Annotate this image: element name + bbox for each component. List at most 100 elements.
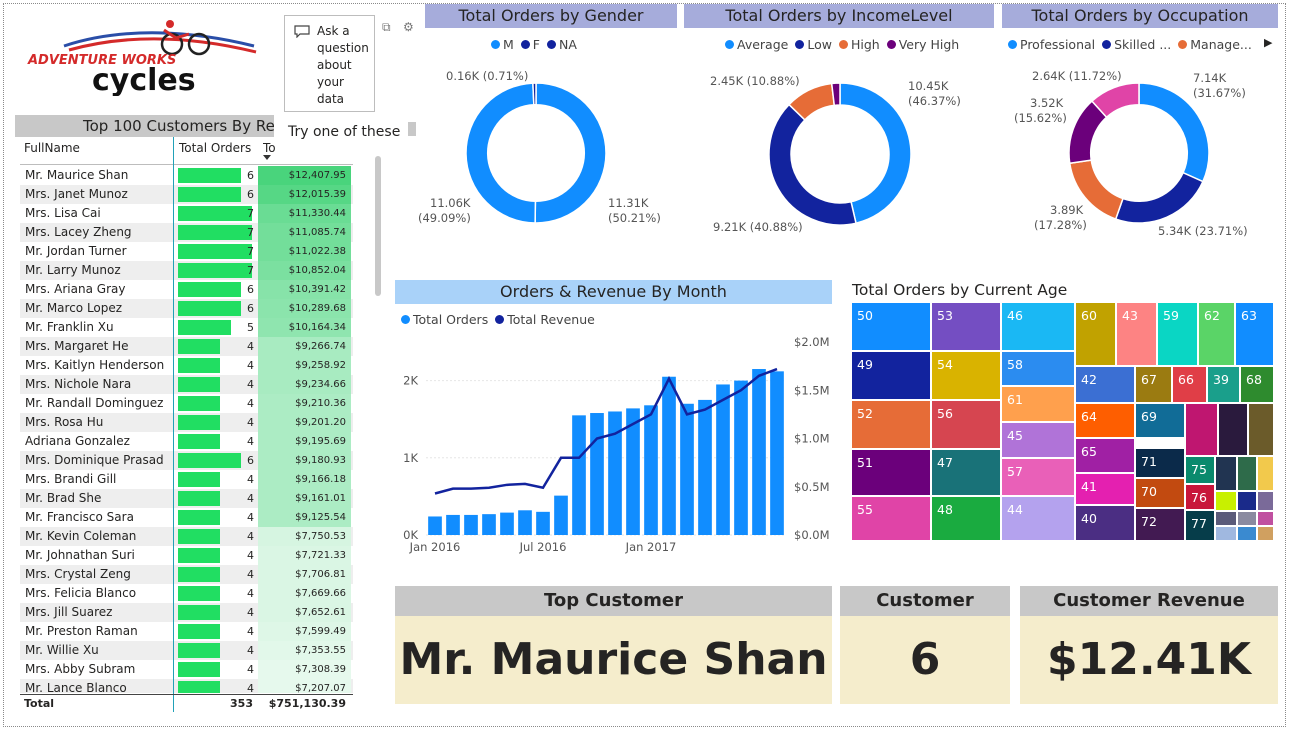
qa-button[interactable]: Ask a question about your data	[284, 15, 375, 112]
treemap-tile[interactable]	[1258, 527, 1275, 542]
gender-donut[interactable]	[466, 83, 606, 223]
column-header-fullname[interactable]: FullName	[24, 141, 80, 155]
qa-scrollbar[interactable]	[408, 122, 416, 136]
legend-item[interactable]: Skilled ...	[1102, 37, 1171, 52]
table-row[interactable]: Mrs. Janet Munoz 6 $12,015.39	[20, 185, 353, 204]
treemap-tile[interactable]	[1238, 492, 1258, 512]
legend-item[interactable]: Very High	[886, 37, 959, 52]
orders-bar[interactable]	[500, 512, 514, 535]
orders-bar[interactable]	[770, 371, 784, 535]
table-row[interactable]: Mrs. Lisa Cai 7 $11,330.44	[20, 204, 353, 223]
table-row[interactable]: Mr. Brad She 4 $9,161.01	[20, 489, 353, 508]
treemap-tile-age-77[interactable]: 77	[1186, 511, 1216, 542]
treemap-tile-age-62[interactable]: 62	[1199, 303, 1236, 367]
treemap-tile[interactable]	[1238, 457, 1258, 492]
orders-bar[interactable]	[590, 413, 604, 535]
table-row[interactable]: Mrs. Jill Suarez 4 $7,652.61	[20, 603, 353, 622]
treemap-tile-age-76[interactable]: 76	[1186, 485, 1216, 511]
legend-item[interactable]: Professional	[1008, 37, 1095, 52]
column-header-total-revenue[interactable]: Total Revenue	[263, 141, 275, 155]
treemap-tile[interactable]	[1216, 512, 1238, 527]
legend-item[interactable]: NA	[547, 37, 577, 52]
orders-bar[interactable]	[482, 514, 496, 535]
table-row[interactable]: Mrs. Ariana Gray 6 $10,391.42	[20, 280, 353, 299]
treemap-tile-age-65[interactable]: 65	[1076, 439, 1136, 474]
treemap-tile-age-75[interactable]: 75	[1186, 457, 1216, 485]
table-row[interactable]: Mr. Larry Munoz 7 $10,852.04	[20, 261, 353, 280]
treemap-tile[interactable]	[1258, 457, 1275, 492]
legend-next-icon[interactable]: ▶	[1264, 36, 1272, 49]
orders-bar[interactable]	[554, 495, 568, 535]
treemap-tile-age-60[interactable]: 60	[1076, 303, 1117, 367]
donut-slice-1[interactable]	[1114, 171, 1204, 223]
table-row[interactable]: Mrs. Abby Subram 4 $7,308.39	[20, 660, 353, 679]
table-row[interactable]: Mrs. Rosa Hu 4 $9,201.20	[20, 413, 353, 432]
column-header-total-orders[interactable]: Total Orders	[179, 141, 251, 155]
legend-item[interactable]: Total Orders	[401, 312, 488, 327]
table-row[interactable]: Mr. Johnathan Suri 4 $7,721.33	[20, 546, 353, 565]
treemap-tile-age-57[interactable]: 57	[1002, 459, 1076, 497]
treemap-tile-age-41[interactable]: 41	[1076, 474, 1136, 506]
treemap-tile[interactable]	[1186, 404, 1219, 457]
donut-slice-0[interactable]	[534, 83, 606, 223]
treemap-tile-age-67[interactable]: 67	[1136, 367, 1173, 404]
table-row[interactable]: Mr. Willie Xu 4 $7,353.55	[20, 641, 353, 660]
orders-bar[interactable]	[698, 399, 712, 535]
treemap-tile[interactable]	[1249, 404, 1275, 457]
table-row[interactable]: Mr. Maurice Shan 6 $12,407.95	[20, 166, 353, 185]
orders-bar[interactable]	[572, 415, 586, 535]
treemap-tile-age-53[interactable]: 53	[932, 303, 1002, 352]
treemap-tile-age-46[interactable]: 46	[1002, 303, 1076, 352]
orders-bar[interactable]	[536, 511, 550, 535]
treemap-tile-age-69[interactable]: 69	[1136, 404, 1186, 439]
table-row[interactable]: Mrs. Nichole Nara 4 $9,234.66	[20, 375, 353, 394]
treemap-tile-age-45[interactable]: 45	[1002, 423, 1076, 459]
table-row[interactable]: Mrs. Felicia Blanco 4 $7,669.66	[20, 584, 353, 603]
treemap-tile-age-48[interactable]: 48	[932, 497, 1002, 542]
treemap-tile-age-54[interactable]: 54	[932, 352, 1002, 401]
age-treemap[interactable]: 50 53 46 60 43 59 62 63 49 54 58 42 67 66 39 68 61 64 69 52…	[852, 303, 1275, 542]
treemap-tile-age-72[interactable]: 72	[1136, 509, 1186, 542]
treemap-tile-age-56[interactable]: 56	[932, 401, 1002, 450]
orders-bar[interactable]	[662, 376, 676, 535]
treemap-tile-age-61[interactable]: 61	[1002, 387, 1076, 423]
table-row[interactable]: Mr. Franklin Xu 5 $10,164.34	[20, 318, 353, 337]
table-row[interactable]: Mr. Kevin Coleman 4 $7,750.53	[20, 527, 353, 546]
treemap-tile-age-50[interactable]: 50	[852, 303, 932, 352]
treemap-tile-age-58[interactable]: 58	[1002, 352, 1076, 387]
legend-item[interactable]: F	[520, 37, 540, 52]
legend-item[interactable]: Total Revenue	[495, 312, 595, 327]
treemap-tile[interactable]	[1219, 404, 1249, 457]
orders-bar[interactable]	[428, 516, 442, 535]
treemap-tile-age-49[interactable]: 49	[852, 352, 932, 401]
treemap-tile-age-40[interactable]: 40	[1076, 506, 1136, 542]
table-scrollbar[interactable]	[375, 156, 381, 296]
table-row[interactable]: Mrs. Dominique Prasad 6 $9,180.93	[20, 451, 353, 470]
treemap-tile-age-64[interactable]: 64	[1076, 404, 1136, 439]
table-row[interactable]: Mr. Lance Blanco 4 $7,207.07	[20, 679, 353, 693]
table-row[interactable]: Mrs. Margaret He 4 $9,266.74	[20, 337, 353, 356]
treemap-tile-age-55[interactable]: 55	[852, 497, 932, 542]
orders-bar[interactable]	[446, 514, 460, 535]
donut-slice-2[interactable]	[532, 83, 537, 106]
focus-mode-icon[interactable]: ⧉	[382, 20, 391, 35]
table-row[interactable]: Adriana Gonzalez 4 $9,195.69	[20, 432, 353, 451]
table-row[interactable]: Mrs. Brandi Gill 4 $9,166.18	[20, 470, 353, 489]
table-row[interactable]: Mr. Randall Dominguez 4 $9,210.36	[20, 394, 353, 413]
treemap-tile[interactable]	[1238, 512, 1258, 527]
treemap-tile[interactable]	[1216, 457, 1238, 492]
treemap-tile-age-52[interactable]: 52	[852, 401, 932, 450]
orders-bar[interactable]	[518, 510, 532, 535]
table-row[interactable]: Mr. Jordan Turner 7 $11,022.38	[20, 242, 353, 261]
treemap-tile-age-59[interactable]: 59	[1158, 303, 1199, 367]
orders-bar[interactable]	[464, 514, 478, 535]
treemap-tile-age-66[interactable]: 66	[1173, 367, 1208, 404]
treemap-tile-age-63[interactable]: 63	[1236, 303, 1275, 367]
donut-slice-1[interactable]	[769, 103, 857, 225]
legend-item[interactable]: M	[491, 37, 514, 52]
legend-item[interactable]: High	[838, 37, 880, 52]
treemap-tile-age-43[interactable]: 43	[1117, 303, 1158, 367]
customers-table-body[interactable]: Mr. Maurice Shan 6 $12,407.95 Mrs. Janet Mu…	[20, 166, 353, 693]
orders-bar[interactable]	[734, 380, 748, 535]
orders-bar[interactable]	[680, 403, 694, 535]
